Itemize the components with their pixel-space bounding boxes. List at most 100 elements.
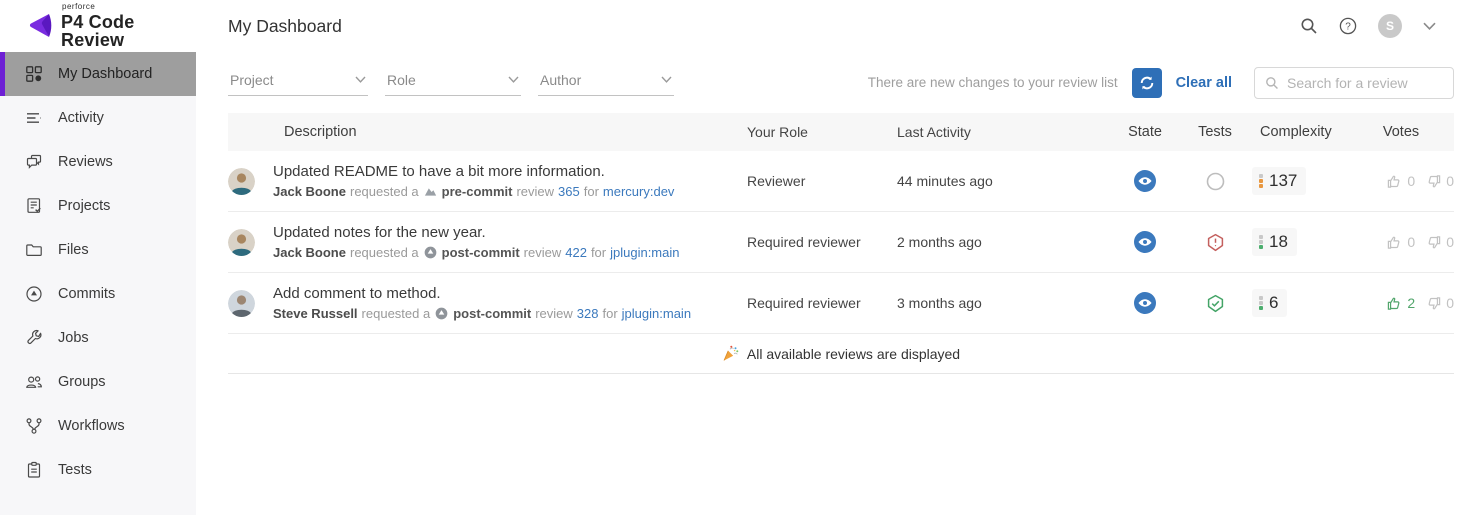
last-activity-value: 3 months ago <box>897 295 982 311</box>
svg-text:?: ? <box>1345 22 1351 33</box>
author-filter-select[interactable]: Author <box>538 70 674 96</box>
user-avatar[interactable]: S <box>1378 14 1402 38</box>
sidebar-item-files[interactable]: Files <box>0 228 196 272</box>
avatar[interactable] <box>228 289 255 317</box>
clear-all-button[interactable]: Clear all <box>1176 75 1232 91</box>
top-bar: perforce P4 Code Review My Dashboard ? S <box>0 0 1468 52</box>
thumbs-up-icon <box>1387 235 1402 250</box>
complexity-value: 18 <box>1269 232 1288 251</box>
complexity-indicator: 137 <box>1252 167 1307 195</box>
review-id-link[interactable]: 422 <box>565 245 587 260</box>
help-icon[interactable]: ? <box>1339 17 1357 35</box>
sidebar: My Dashboard Activity Reviews Projects F… <box>0 52 196 515</box>
commit-type: post-commit <box>441 245 520 260</box>
project-filter-select[interactable]: Project <box>228 70 368 96</box>
thumbs-down-icon <box>1426 235 1441 250</box>
sidebar-item-reviews[interactable]: Reviews <box>0 140 196 184</box>
brand-logo[interactable]: perforce P4 Code Review <box>0 3 196 49</box>
review-author[interactable]: Jack Boone <box>273 245 346 260</box>
filter-toolbar: Project Role Author There are new change… <box>228 52 1454 113</box>
complexity-indicator: 6 <box>1252 289 1288 317</box>
review-title[interactable]: Updated notes for the new year. <box>273 224 679 241</box>
upvote-button[interactable]: 2 <box>1387 295 1415 311</box>
sidebar-item-label: Groups <box>58 374 106 390</box>
sidebar-item-workflows[interactable]: Workflows <box>0 404 196 448</box>
downvote-count: 0 <box>1446 295 1454 311</box>
sidebar-item-activity[interactable]: Activity <box>0 96 196 140</box>
search-icon <box>1265 76 1279 90</box>
post-commit-icon <box>424 246 437 259</box>
upvote-button[interactable]: 0 <box>1387 234 1415 250</box>
search-icon[interactable] <box>1300 17 1318 35</box>
pre-commit-icon <box>424 185 437 198</box>
avatar[interactable] <box>228 228 255 256</box>
chat-bubbles-icon <box>25 153 43 171</box>
branch-link[interactable]: jplugin:main <box>622 306 691 321</box>
complexity-indicator: 18 <box>1252 228 1297 256</box>
role-filter-label: Role <box>387 71 416 88</box>
review-id-link[interactable]: 328 <box>577 306 599 321</box>
sidebar-item-projects[interactable]: Projects <box>0 184 196 228</box>
table-row[interactable]: Updated README to have a bit more inform… <box>228 151 1454 212</box>
downvote-button[interactable]: 0 <box>1426 234 1454 250</box>
your-role-value: Required reviewer <box>747 295 861 311</box>
table-row[interactable]: Updated notes for the new year. Jack Boo… <box>228 212 1454 273</box>
sidebar-item-jobs[interactable]: Jobs <box>0 316 196 360</box>
footer-message-text: All available reviews are displayed <box>746 345 961 362</box>
role-filter-select[interactable]: Role <box>385 70 521 96</box>
column-tests: Tests <box>1198 124 1232 140</box>
sidebar-item-groups[interactable]: Groups <box>0 360 196 404</box>
refresh-button[interactable] <box>1131 67 1162 98</box>
complexity-bar-icon <box>1259 174 1263 188</box>
sidebar-item-label: Activity <box>58 110 104 126</box>
branch-link[interactable]: mercury:dev <box>603 184 675 199</box>
for-word: for <box>590 245 607 260</box>
thumbs-up-icon <box>1387 296 1402 311</box>
for-word: for <box>602 306 618 321</box>
thumbs-up-icon <box>1387 174 1402 189</box>
thumbs-down-icon <box>1426 174 1441 189</box>
your-role-value: Reviewer <box>747 173 806 189</box>
review-author[interactable]: Steve Russell <box>273 306 358 321</box>
clipboard-icon <box>25 461 43 479</box>
downvote-button[interactable]: 0 <box>1426 173 1454 189</box>
review-search-box[interactable] <box>1254 66 1454 99</box>
activity-lines-icon <box>25 109 43 127</box>
review-title[interactable]: Add comment to method. <box>273 285 691 302</box>
chevron-down-icon[interactable] <box>1423 22 1436 30</box>
table-row[interactable]: Add comment to method. Steve Russell req… <box>228 273 1454 334</box>
column-state: State <box>1128 124 1162 140</box>
downvote-button[interactable]: 0 <box>1426 295 1454 311</box>
tests-failed-icon <box>1206 233 1225 252</box>
column-votes: Votes <box>1382 124 1420 140</box>
complexity-bar-icon <box>1259 235 1263 249</box>
review-id-link[interactable]: 365 <box>558 184 580 199</box>
branch-icon <box>25 417 43 435</box>
review-search-input[interactable] <box>1287 74 1443 91</box>
avatar[interactable] <box>228 167 255 195</box>
column-complexity: Complexity <box>1260 124 1332 140</box>
state-needs-review-icon <box>1134 170 1156 192</box>
brand-superscript: perforce <box>62 2 96 11</box>
sidebar-item-my-dashboard[interactable]: My Dashboard <box>0 52 196 96</box>
review-title[interactable]: Updated README to have a bit more inform… <box>273 163 674 180</box>
upvote-count: 0 <box>1407 234 1416 250</box>
sidebar-item-tests[interactable]: Tests <box>0 448 196 492</box>
main-content: Project Role Author There are new change… <box>196 52 1468 515</box>
branch-link[interactable]: jplugin:main <box>610 245 679 260</box>
upvote-button[interactable]: 0 <box>1387 173 1415 189</box>
wrench-icon <box>25 329 43 347</box>
brand-name: P4 Code Review <box>61 12 135 50</box>
chevron-down-icon <box>355 76 366 83</box>
complexity-value: 6 <box>1269 293 1279 312</box>
column-description: Description <box>284 124 357 140</box>
sidebar-item-label: Commits <box>58 286 116 302</box>
tests-not-run-icon <box>1206 172 1225 191</box>
tests-passed-icon <box>1206 294 1225 313</box>
review-word: review <box>535 306 573 321</box>
sidebar-item-commits[interactable]: Commits <box>0 272 196 316</box>
column-your-role: Your Role <box>747 124 808 140</box>
review-author[interactable]: Jack Boone <box>273 184 346 199</box>
your-role-value: Required reviewer <box>747 234 861 250</box>
post-commit-icon <box>435 307 448 320</box>
